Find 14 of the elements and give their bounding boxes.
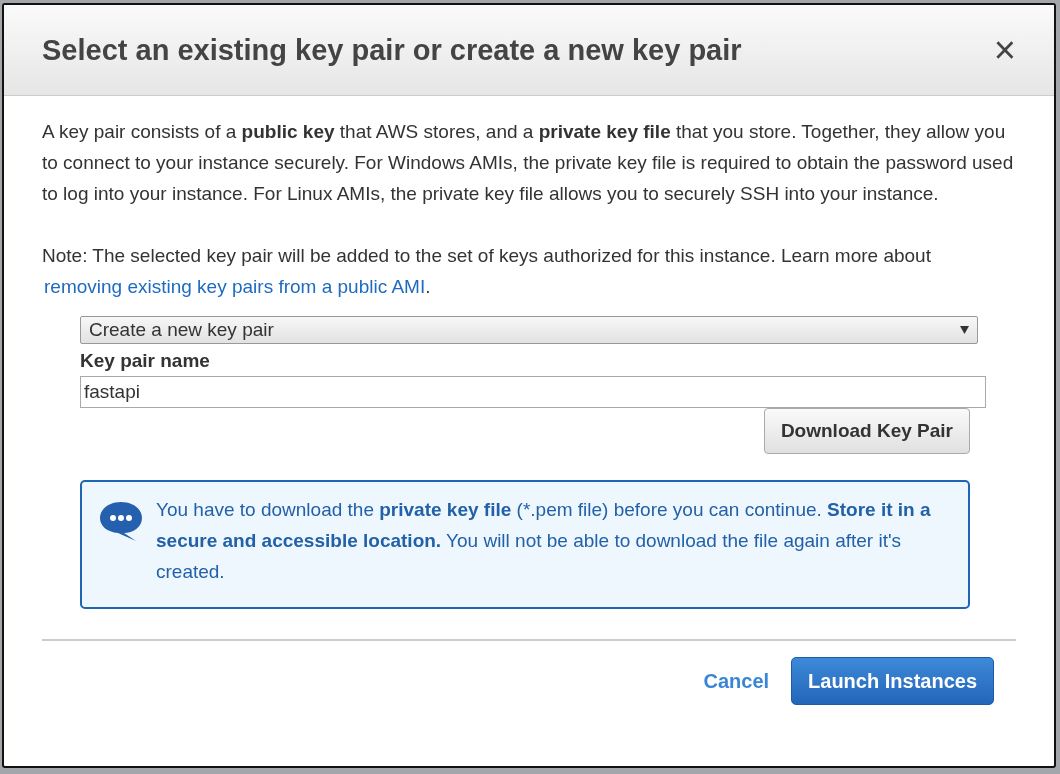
caret-icon (960, 326, 969, 334)
help-link[interactable]: removing existing key pairs from a public AMI (44, 276, 426, 297)
download-key-pair-button[interactable]: Download Key Pair (763, 408, 970, 454)
launch-instances-button[interactable]: Launch Instances (791, 657, 994, 705)
dialog-title: Select an existing key pair or create a new key pair (42, 33, 742, 67)
key-pair-name-label: Key pair name (80, 350, 211, 372)
speech-bubble-icon (98, 500, 144, 542)
key-pair-dropdown[interactable]: Create a new key pair (80, 316, 978, 344)
close-button[interactable]: × (993, 31, 1016, 69)
key-pair-name-field[interactable]: fastapi (80, 376, 986, 408)
note-text: Note: The selected key pair will be added to the set of keys authorized for this instance. Learn more about removing existing key pairs from a public AMI. (42, 244, 932, 299)
info-message: You have to download the private key file (*.pem file) before you can continue. Store it in a secure and accessible location. You will not be able to download the file again after it's created. (156, 498, 932, 584)
description-text: A key pair consists of a public key that AWS stores, and a private key file that you store. Together, they allow you to connect to your instance securely. For Windows AMIs, the private key file is required to obtain the password used to log into your instance. For Linux AMIs, the private key file allows you to securely SSH into your instance. (42, 120, 1015, 206)
cancel-link[interactable]: Cancel (703, 669, 770, 693)
